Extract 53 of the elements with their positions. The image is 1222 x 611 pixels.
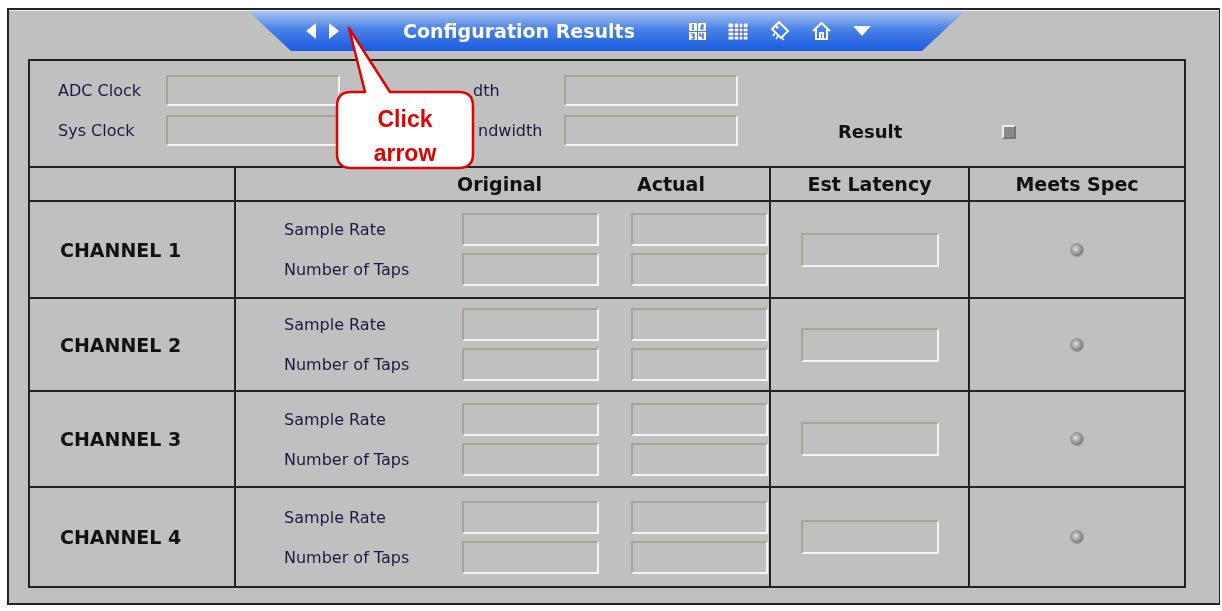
parameter-label: Number of Taps bbox=[284, 449, 411, 469]
input-field[interactable] bbox=[631, 308, 768, 341]
input-field[interactable] bbox=[564, 115, 738, 146]
column-header: Meets Spec bbox=[970, 168, 1184, 202]
parameter-label: Number of Taps bbox=[284, 355, 411, 374]
parameter-label: Sample Rate bbox=[284, 220, 387, 239]
field-label: ndwidth bbox=[477, 121, 544, 140]
input-field[interactable] bbox=[462, 442, 599, 476]
channel-label: CHANNEL 2 bbox=[30, 299, 236, 392]
result-label: Result bbox=[838, 121, 903, 142]
input-field[interactable] bbox=[631, 540, 768, 574]
channel-label: CHANNEL 4 bbox=[30, 488, 236, 586]
field-label: ADC Clock bbox=[58, 81, 142, 100]
dropdown-caret-icon[interactable] bbox=[853, 26, 871, 36]
previous-arrow-icon[interactable] bbox=[306, 23, 316, 39]
input-field[interactable] bbox=[564, 75, 738, 106]
parameter-label: Sample Rate bbox=[284, 507, 387, 527]
input-field[interactable] bbox=[462, 402, 599, 436]
parameter-label: Sample Rate bbox=[284, 409, 387, 429]
numbered-grid-icon[interactable] bbox=[689, 22, 706, 40]
column-header: Est Latency bbox=[771, 168, 970, 202]
parameter-label: Sample Rate bbox=[284, 315, 387, 334]
channel-label: CHANNEL 1 bbox=[30, 202, 236, 299]
column-header: Actual bbox=[637, 173, 705, 195]
input-field[interactable] bbox=[631, 213, 768, 246]
table-icon[interactable] bbox=[728, 22, 748, 40]
input-field[interactable] bbox=[800, 327, 939, 362]
field-label: Sys Clock bbox=[58, 121, 136, 140]
column-header: Original bbox=[457, 173, 542, 195]
input-field[interactable] bbox=[631, 348, 768, 381]
input-field[interactable] bbox=[800, 520, 939, 554]
input-field[interactable] bbox=[462, 213, 599, 246]
parameter-label: Number of Taps bbox=[284, 260, 411, 279]
input-field[interactable] bbox=[462, 308, 599, 341]
input-field[interactable] bbox=[800, 232, 939, 267]
input-field[interactable] bbox=[631, 442, 768, 476]
tag-icon[interactable] bbox=[770, 21, 790, 41]
input-field[interactable] bbox=[462, 500, 599, 534]
input-field[interactable] bbox=[462, 348, 599, 381]
field-label: dth bbox=[473, 81, 501, 100]
input-field[interactable] bbox=[631, 402, 768, 436]
home-icon[interactable] bbox=[812, 22, 831, 40]
input-field[interactable] bbox=[800, 422, 939, 456]
channel-label: CHANNEL 3 bbox=[30, 392, 236, 488]
callout-text: Click arrow bbox=[372, 105, 438, 168]
input-field[interactable] bbox=[462, 253, 599, 286]
window-title: Configuration Results bbox=[403, 20, 636, 42]
input-field[interactable] bbox=[631, 500, 768, 534]
input-field[interactable] bbox=[462, 540, 599, 574]
next-arrow-icon[interactable] bbox=[329, 23, 339, 39]
input-field[interactable] bbox=[631, 253, 768, 286]
parameter-label: Number of Taps bbox=[284, 547, 411, 567]
input-field[interactable] bbox=[166, 75, 340, 106]
